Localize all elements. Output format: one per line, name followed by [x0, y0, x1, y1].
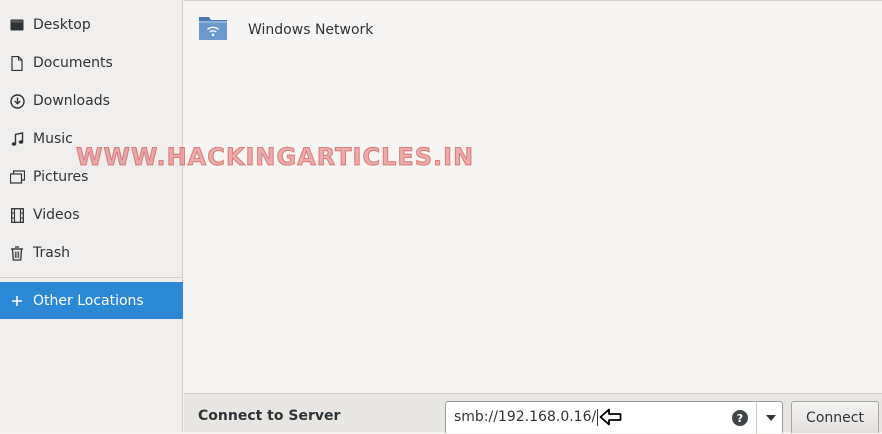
pictures-icon [8, 168, 26, 186]
chevron-down-icon [765, 415, 776, 421]
network-folder-icon [198, 14, 228, 46]
sidebar-item-label: Videos [33, 207, 80, 223]
sidebar-item-label: Desktop [33, 17, 91, 33]
sidebar-item-other-locations[interactable]: Other Locations [0, 282, 183, 319]
sidebar-item-music[interactable]: Music [0, 120, 183, 158]
sidebar-item-label: Downloads [33, 93, 110, 109]
address-dropdown-button[interactable] [756, 402, 784, 434]
help-icon[interactable]: ? [732, 410, 748, 426]
connect-button[interactable]: Connect [791, 401, 879, 433]
download-icon [8, 92, 26, 110]
server-address-value: smb://192.168.0.16/ [454, 409, 599, 426]
document-icon [8, 54, 26, 72]
locations-view: Windows Network [184, 0, 882, 393]
plus-icon [8, 292, 26, 310]
music-icon [8, 130, 26, 148]
sidebar-item-label: Music [33, 131, 73, 147]
arrow-left-icon [599, 407, 623, 431]
location-windows-network[interactable]: Windows Network [198, 13, 373, 47]
connect-to-server-bar: Connect to Server smb://192.168.0.16/ ? … [184, 393, 882, 434]
sidebar-item-label: Pictures [33, 169, 89, 185]
desktop-icon [8, 16, 26, 34]
sidebar-item-trash[interactable]: Trash [0, 234, 183, 272]
sidebar-item-desktop[interactable]: Desktop [0, 6, 183, 44]
sidebar-separator [0, 277, 183, 278]
sidebar-item-label: Documents [33, 55, 113, 71]
sidebar-item-label: Trash [33, 245, 70, 261]
sidebar-item-label: Other Locations [33, 292, 144, 309]
sidebar-item-pictures[interactable]: Pictures [0, 158, 183, 196]
trash-icon [8, 244, 26, 262]
sidebar-item-downloads[interactable]: Downloads [0, 82, 183, 120]
video-icon [8, 206, 26, 224]
sidebar-item-documents[interactable]: Documents [0, 44, 183, 82]
connect-to-server-label: Connect to Server [198, 408, 341, 424]
location-label: Windows Network [248, 22, 374, 38]
sidebar: Desktop Documents Downloads Music Pictur… [0, 0, 183, 432]
sidebar-item-videos[interactable]: Videos [0, 196, 183, 234]
